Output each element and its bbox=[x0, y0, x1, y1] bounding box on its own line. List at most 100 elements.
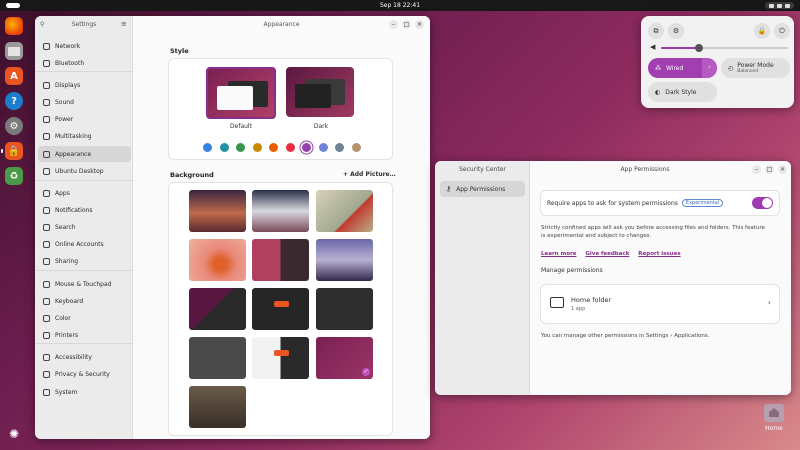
firefox-icon[interactable] bbox=[5, 17, 23, 35]
wallpaper-thumb[interactable] bbox=[189, 386, 246, 428]
give-feedback-link[interactable]: Give feedback bbox=[585, 251, 629, 257]
wallpaper-thumb[interactable] bbox=[252, 190, 309, 232]
sidebar-item-label: Ubuntu Desktop bbox=[55, 167, 104, 175]
wallpaper-thumb[interactable] bbox=[189, 337, 246, 379]
volume-knob[interactable] bbox=[695, 44, 704, 52]
sidebar-item-label: Appearance bbox=[55, 150, 92, 158]
sidebar-item[interactable]: Color bbox=[38, 310, 131, 326]
accent-color-swatch[interactable] bbox=[302, 143, 311, 152]
require-permissions-toggle[interactable] bbox=[752, 197, 773, 209]
network-icon bbox=[769, 3, 774, 8]
lock-icon[interactable]: 🔒 bbox=[754, 23, 770, 39]
sidebar-item[interactable]: Bluetooth bbox=[38, 55, 131, 71]
bluetooth-icon bbox=[43, 59, 50, 67]
sidebar-item[interactable]: System bbox=[38, 384, 131, 400]
power-off-icon[interactable]: ⏻ bbox=[774, 23, 790, 39]
sidebar-item[interactable]: Displays bbox=[38, 77, 131, 93]
accent-color-swatch[interactable] bbox=[285, 143, 295, 152]
sidebar-item[interactable]: Keyboard bbox=[38, 293, 131, 309]
screenshot-icon[interactable]: ⧉ bbox=[648, 23, 664, 39]
system-tray[interactable] bbox=[765, 2, 794, 9]
sidebar-item[interactable]: Search bbox=[38, 219, 131, 235]
sidebar-item[interactable]: Apps bbox=[38, 185, 131, 201]
minimize-button[interactable]: – bbox=[389, 20, 398, 29]
display-icon bbox=[43, 81, 50, 89]
sidebar-item[interactable]: Printers bbox=[38, 327, 131, 343]
accessibility-icon bbox=[43, 353, 50, 361]
multitasking-icon bbox=[43, 132, 50, 140]
maximize-button[interactable]: □ bbox=[765, 165, 774, 174]
home-folder-row[interactable]: Home folder 1 app › bbox=[541, 285, 779, 323]
volume-slider[interactable] bbox=[661, 44, 788, 52]
wallpaper-thumb[interactable] bbox=[252, 337, 309, 379]
maximize-button[interactable]: □ bbox=[402, 20, 411, 29]
dark-style-toggle[interactable]: ◐ Dark Style bbox=[648, 82, 717, 102]
security-center-window: Security Center ⚷ App Permissions App Pe… bbox=[435, 161, 791, 395]
security-sidebar: Security Center ⚷ App Permissions bbox=[435, 161, 530, 395]
folder-icon bbox=[550, 297, 564, 308]
sidebar-item[interactable]: Sound bbox=[38, 94, 131, 110]
wallpaper-thumb[interactable] bbox=[189, 239, 246, 281]
style-default-option[interactable] bbox=[206, 67, 276, 119]
nav-app-permissions[interactable]: ⚷ App Permissions bbox=[440, 181, 525, 197]
settings-icon[interactable]: ⚙ bbox=[668, 23, 684, 39]
close-button[interactable]: × bbox=[778, 165, 787, 174]
sidebar-item[interactable]: Accessibility bbox=[38, 349, 131, 365]
wallpaper-thumb-selected[interactable]: ✓ bbox=[316, 337, 373, 379]
accent-color-swatch[interactable] bbox=[236, 143, 245, 152]
clock[interactable]: Sep 18 22:41 bbox=[380, 2, 420, 9]
style-dark-option[interactable] bbox=[286, 67, 354, 117]
accent-color-swatch[interactable] bbox=[219, 143, 229, 152]
style-heading: Style bbox=[170, 47, 189, 55]
sidebar-item[interactable]: Ubuntu Desktop bbox=[38, 163, 131, 179]
add-picture-button[interactable]: + Add Picture… bbox=[343, 171, 396, 178]
minimize-button[interactable]: – bbox=[752, 165, 761, 174]
settings-app-icon[interactable]: ⚙ bbox=[5, 117, 23, 135]
report-issues-link[interactable]: Report issues bbox=[638, 251, 680, 257]
home-desktop-icon[interactable]: Home bbox=[760, 404, 788, 440]
close-button[interactable]: × bbox=[415, 20, 424, 29]
wallpaper-thumb[interactable] bbox=[252, 239, 309, 281]
wallpaper-thumb[interactable] bbox=[189, 190, 246, 232]
sidebar-item[interactable]: Notifications bbox=[38, 202, 131, 218]
accent-color-swatch[interactable] bbox=[351, 143, 361, 152]
sidebar-item[interactable]: Network bbox=[38, 38, 131, 54]
sidebar-item[interactable]: Online Accounts bbox=[38, 236, 131, 252]
share-icon bbox=[43, 257, 50, 265]
wallpaper-thumb[interactable] bbox=[316, 239, 373, 281]
sidebar-item[interactable]: Appearance bbox=[38, 146, 131, 162]
sidebar-item-label: Sound bbox=[55, 98, 74, 106]
sidebar-item[interactable]: Power bbox=[38, 111, 131, 127]
wallpaper-thumb[interactable] bbox=[316, 190, 373, 232]
accent-color-swatch[interactable] bbox=[269, 143, 278, 152]
accent-color-swatch[interactable] bbox=[318, 143, 328, 152]
accent-color-swatch[interactable] bbox=[203, 143, 212, 152]
gear-icon bbox=[43, 388, 50, 396]
learn-more-link[interactable]: Learn more bbox=[541, 251, 576, 257]
accent-color-swatch[interactable] bbox=[335, 143, 344, 152]
trash-icon[interactable]: ♻ bbox=[5, 167, 23, 185]
show-apps-icon[interactable]: ✺ bbox=[5, 425, 23, 443]
sidebar-item[interactable]: Sharing bbox=[38, 253, 131, 269]
mouse-icon bbox=[43, 280, 50, 288]
wallpaper-thumb[interactable] bbox=[316, 288, 373, 330]
wired-toggle[interactable]: ⁂ Wired › bbox=[648, 58, 717, 78]
accent-color-swatch[interactable] bbox=[252, 143, 262, 152]
manage-permissions-heading: Manage permissions bbox=[541, 267, 603, 274]
help-icon[interactable]: ? bbox=[5, 92, 23, 110]
files-icon[interactable] bbox=[5, 42, 23, 60]
sidebar-item[interactable]: Mouse & Touchpad bbox=[38, 276, 131, 292]
security-center-icon[interactable]: 🔒 bbox=[1, 142, 23, 160]
activities-button[interactable] bbox=[6, 3, 20, 8]
power-mode-toggle[interactable]: ◴ Power Mode Balanced bbox=[721, 58, 790, 78]
menu-icon[interactable]: ≡ bbox=[121, 20, 127, 28]
sidebar-item[interactable]: Multitasking bbox=[38, 128, 131, 144]
app-center-icon[interactable]: A bbox=[5, 67, 23, 85]
sidebar-item-label: Power bbox=[55, 115, 74, 123]
chevron-right-icon[interactable]: › bbox=[702, 58, 717, 78]
wallpaper-thumb[interactable] bbox=[189, 288, 246, 330]
wallpaper-thumb[interactable] bbox=[252, 288, 309, 330]
sidebar-item-label: Bluetooth bbox=[55, 59, 85, 67]
sidebar-item-label: Privacy & Security bbox=[55, 370, 110, 378]
sidebar-item[interactable]: Privacy & Security bbox=[38, 366, 131, 382]
